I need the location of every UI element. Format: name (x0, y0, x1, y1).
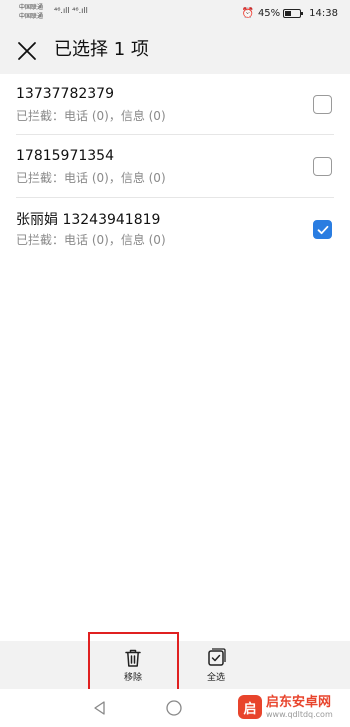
close-icon (18, 42, 36, 60)
home-button[interactable] (164, 698, 184, 718)
watermark-name: 启东安卓网 (266, 694, 332, 710)
row-checkbox[interactable] (313, 95, 332, 114)
list-item[interactable]: 13737782379 已拦截：电话 (0)，信息 (0) (0, 74, 350, 136)
battery-fill (285, 10, 292, 16)
back-button[interactable] (90, 698, 110, 718)
contact-number: 17815971354 (16, 148, 114, 164)
blocked-count: 已拦截：电话 (0)，信息 (0) (16, 109, 166, 123)
carrier-labels: 中国联通 中国联通 (19, 3, 43, 21)
close-button[interactable] (14, 38, 40, 64)
watermark: 启 启东安卓网 www.qdltdq.com (238, 693, 333, 721)
blocked-count: 已拦截：电话 (0)，信息 (0) (16, 233, 166, 247)
select-all-label: 全选 (206, 673, 225, 683)
watermark-url: www.qdltdq.com (266, 709, 333, 719)
status-right: ⏰ 45% 14:38 (241, 7, 338, 19)
divider (16, 197, 334, 198)
carrier-1: 中国联通 (19, 4, 44, 11)
contact-number: 张丽娟 13243941819 (16, 212, 161, 228)
clock: 14:38 (309, 7, 338, 19)
row-checkbox[interactable] (313, 157, 332, 176)
signal-icon: ⁴⁶.ıll ⁴⁶.ıll (54, 6, 88, 15)
divider (16, 134, 334, 135)
battery-icon (283, 8, 304, 18)
highlight-annotation (88, 632, 179, 691)
checkmark-icon (317, 225, 328, 234)
list-item[interactable]: 张丽娟 13243941819 已拦截：电话 (0)，信息 (0) (0, 199, 350, 261)
row-checkbox-checked[interactable] (313, 220, 332, 239)
watermark-text: 启东安卓网 www.qdltdq.com (266, 695, 333, 720)
blocked-count: 已拦截：电话 (0)，信息 (0) (16, 171, 166, 185)
watermark-logo-icon: 启 (238, 695, 262, 719)
list-item[interactable]: 17815971354 已拦截：电话 (0)，信息 (0) (0, 136, 350, 198)
back-triangle-icon (94, 701, 105, 715)
selection-header: 已选择 1 项 (0, 26, 350, 74)
select-all-button[interactable]: 全选 (186, 647, 246, 687)
page-title: 已选择 1 项 (54, 39, 149, 60)
alarm-icon: ⏰ (241, 7, 254, 19)
carrier-2: 中国联通 (19, 13, 44, 20)
contact-number: 13737782379 (16, 86, 114, 102)
select-all-icon (208, 648, 226, 666)
battery-percent: 45% (257, 7, 281, 19)
status-bar: 中国联通 中国联通 ⁴⁶.ıll ⁴⁶.ıll ⏰ 45% 14:38 (0, 0, 350, 26)
home-circle-icon (166, 700, 182, 716)
